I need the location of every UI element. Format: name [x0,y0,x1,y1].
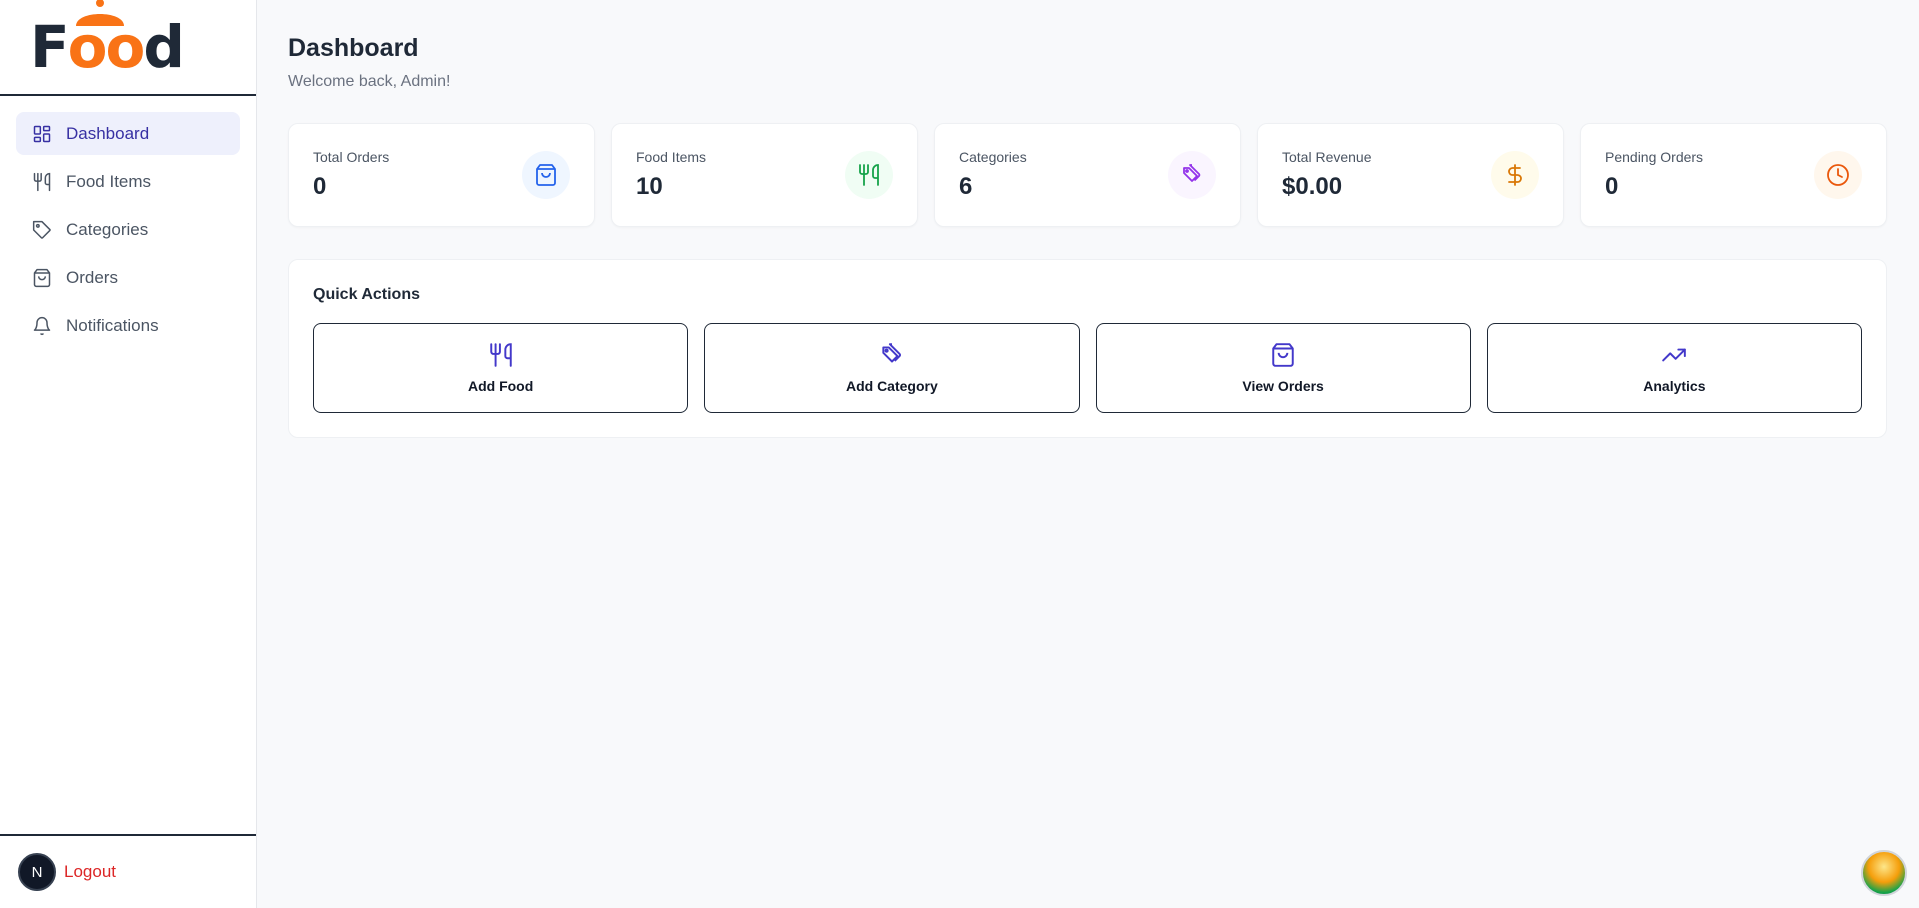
app-logo[interactable]: Foo d [0,0,256,96]
sidebar: Foo d Dashboard Food Items Categories Or… [0,0,257,908]
clock-icon [1814,151,1862,199]
stat-card-total-revenue: Total Revenue $0.00 [1257,123,1564,227]
quick-actions-panel: Quick Actions Add Food Add Category View… [288,259,1887,438]
sidebar-nav: Dashboard Food Items Categories Orders N… [0,96,256,368]
sidebar-item-dashboard[interactable]: Dashboard [16,112,240,155]
stat-label: Categories [959,149,1027,165]
stat-value: 0 [313,173,327,200]
view-orders-button[interactable]: View Orders [1095,323,1471,413]
stat-label: Pending Orders [1605,149,1704,165]
trending-up-icon [1662,348,1687,362]
welcome-message: Welcome back, Admin! [288,73,451,90]
shopping-bag-icon [32,268,52,288]
stat-card-categories: Categories 6 [934,123,1241,227]
sidebar-item-label: Dashboard [66,123,150,143]
avatar[interactable]: N [18,853,56,891]
logout-button[interactable]: Logout [64,862,116,882]
utensils-icon [845,151,893,199]
quick-action-label: View Orders [1242,378,1324,394]
sidebar-item-categories[interactable]: Categories [16,208,240,251]
stat-card-pending-orders: Pending Orders 0 [1580,123,1887,227]
logo-wordmark: Foo d [30,0,185,76]
bell-icon [32,316,52,336]
sidebar-item-food-items[interactable]: Food Items [16,160,240,203]
sidebar-item-orders[interactable]: Orders [16,256,240,299]
dollar-icon [1491,151,1539,199]
stat-value: 6 [959,173,973,200]
tag-icon [1168,151,1216,199]
shopping-bag-icon [522,151,570,199]
page-title: Dashboard [288,34,419,62]
analytics-button[interactable]: Analytics [1486,323,1862,413]
add-category-button[interactable]: Add Category [704,323,1080,413]
tag-icon [882,343,901,363]
stat-value: 10 [636,173,663,200]
sidebar-footer: N Logout [0,834,256,908]
utensils-icon [32,172,52,192]
utensils-icon [489,343,512,367]
stats-row: Total Orders 0 Food Items 10 Categories 6 T… [288,123,1887,227]
sidebar-item-label: Orders [66,267,118,287]
stat-value: 0 [1605,173,1619,200]
shopping-bag-icon [1272,343,1294,367]
stat-label: Total Orders [313,149,390,165]
quick-actions-grid: Add Food Add Category View Orders Analyt… [313,323,1862,413]
beach-avatar-icon[interactable] [1861,850,1907,896]
stat-card-total-orders: Total Orders 0 [288,123,595,227]
sidebar-item-label: Food Items [66,171,152,191]
stat-label: Total Revenue [1282,149,1372,165]
tag-icon [32,220,52,240]
sidebar-item-label: Notifications [66,315,159,335]
quick-actions-title: Quick Actions [313,286,420,303]
add-food-button[interactable]: Add Food [313,323,689,413]
main-content: Dashboard Welcome back, Admin! Total Ord… [288,0,1887,438]
quick-action-label: Add Food [467,378,534,394]
quick-action-label: Add Category [845,378,938,394]
stat-card-food-items: Food Items 10 [611,123,918,227]
stat-label: Food Items [636,149,707,165]
stat-value: $0.00 [1282,173,1343,200]
quick-action-label: Analytics [1643,378,1706,394]
sidebar-item-label: Categories [66,219,149,239]
cloche-icon [76,0,124,26]
dashboard-grid-icon [32,124,52,144]
sidebar-item-notifications[interactable]: Notifications [16,304,240,347]
